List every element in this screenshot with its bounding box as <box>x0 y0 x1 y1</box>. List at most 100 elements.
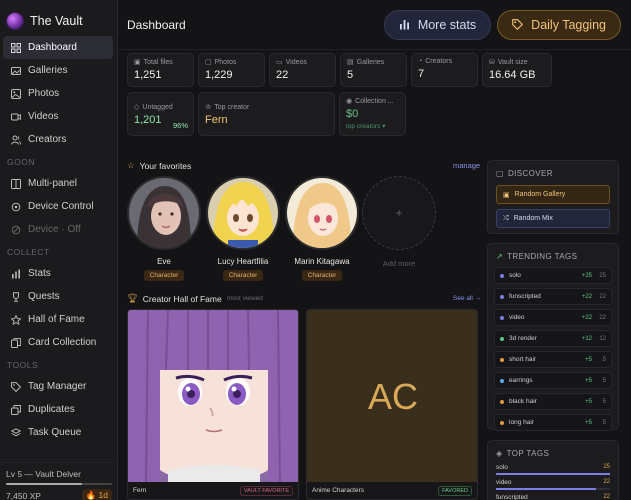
sidebar-item-videos[interactable]: Videos <box>3 105 113 128</box>
trending-tag-row[interactable]: 3d render +12 12 <box>494 330 612 347</box>
stat-photos[interactable]: ▢ Photos 1,229 <box>198 53 265 87</box>
trending-tag-row[interactable]: funscripted +22 22 <box>494 288 612 305</box>
sidebar-item-multi-panel[interactable]: Multi-panel <box>3 172 113 195</box>
trending-tag-row[interactable]: black hair +5 5 <box>494 393 612 410</box>
creator-card-fern[interactable]: Fern VAULT FAVORITE <box>127 309 299 500</box>
coin-icon: ◉ <box>346 98 353 105</box>
sidebar-item-label: Galleries <box>28 65 68 76</box>
stat-label: Creators <box>425 58 453 65</box>
plus-icon: + <box>362 176 436 250</box>
tag-count: 22 <box>599 293 606 300</box>
duplicates-icon <box>11 404 21 415</box>
see-all-link[interactable]: See all → <box>453 295 481 302</box>
tag-color-dot <box>500 420 504 425</box>
sidebar-item-photos[interactable]: Photos <box>3 82 113 105</box>
stat-top-creator[interactable]: ♔ Top creator Fern <box>198 92 335 136</box>
xp-progress-fill <box>6 483 83 485</box>
stats-row-1: ▣ Total files 1,251 ▢ Photos 1,229 ▭ Videos… <box>127 53 552 87</box>
trophy-icon: 🏆︎ <box>127 293 138 303</box>
collection-sort-select[interactable]: top creators ▾ <box>346 122 399 130</box>
section-collect: COLLECT <box>7 247 50 257</box>
task-queue-icon <box>11 427 21 436</box>
more-stats-button[interactable]: More stats <box>383 9 492 40</box>
sidebar-item-card-collection[interactable]: Card Collection <box>3 331 113 354</box>
hall-of-fame-heading: 🏆︎ Creator Hall of Fame most viewed <box>127 293 263 304</box>
tag-color-dot <box>500 378 504 383</box>
stat-total-files[interactable]: ▣ Total files 1,251 <box>127 53 194 87</box>
stat-collection[interactable]: ◉ Collection ... $0 top creators ▾ <box>339 92 406 136</box>
stat-galleries[interactable]: ▤ Galleries 5 <box>340 53 407 87</box>
tag-delta: +5 <box>585 419 592 426</box>
stat-videos[interactable]: ▭ Videos 22 <box>269 53 336 87</box>
fern-artwork <box>128 310 298 484</box>
sidebar-item-label: Dashboard <box>28 42 77 53</box>
stat-creators[interactable]: ◔ Creators 7 <box>411 53 478 87</box>
trending-icon: ↗ <box>496 252 504 261</box>
trending-tag-row[interactable]: earrings +5 5 <box>494 372 612 389</box>
favorite-card[interactable]: Marin Kitagawa Character <box>285 176 359 281</box>
sidebar-item-hall-of-fame[interactable]: Hall of Fame <box>3 308 113 331</box>
trending-tag-row[interactable]: solo +25 25 <box>494 267 612 284</box>
tag-name: funscripted <box>496 494 528 500</box>
top-tag-row[interactable]: video 22 <box>496 479 610 490</box>
stat-label: Vault size <box>497 58 528 66</box>
creator-card-footer: Fern VAULT FAVORITE <box>128 482 298 499</box>
stat-untagged[interactable]: ◇ Untagged 1,201 96% <box>127 92 194 136</box>
hall-of-fame-title: Creator Hall of Fame <box>142 293 222 304</box>
trending-tags-panel: ↗ TRENDING TAGS solo +25 25 funscripted +22 2… <box>487 243 619 431</box>
tag-color-dot <box>500 315 504 320</box>
stat-label: Total files <box>143 58 173 66</box>
stat-value: 7 <box>418 68 425 80</box>
brand[interactable]: The Vault <box>0 0 117 34</box>
sidebar-item-duplicates[interactable]: Duplicates <box>3 398 113 421</box>
sidebar: The Vault Dashboard Galleries Photos Vid… <box>0 0 118 500</box>
top-tag-row[interactable]: funscripted 22 <box>496 494 610 500</box>
creator-card-anime-characters[interactable]: AC Anime Characters FAVORED <box>306 309 478 500</box>
device-icon <box>11 202 21 211</box>
tag-usage-bar <box>496 473 610 475</box>
favorite-card[interactable]: Eve Character <box>127 176 201 281</box>
add-more-label: Add more <box>382 259 416 268</box>
creator-card-footer: Anime Characters FAVORED <box>307 482 477 499</box>
untagged-percent: 96% <box>172 121 188 130</box>
stat-vault-size[interactable]: ⛁ Vault size 16.64 GB <box>482 53 552 87</box>
random-mix-button[interactable]: ⤮ Random Mix <box>496 209 610 228</box>
sidebar-item-galleries[interactable]: Galleries <box>3 59 113 82</box>
sidebar-item-tag-manager[interactable]: Tag Manager <box>3 375 113 398</box>
top-tag-row[interactable]: solo 25 <box>496 464 610 475</box>
sidebar-item-creators[interactable]: Creators <box>3 128 113 151</box>
creator-name: Fern <box>133 487 147 494</box>
stat-value: 1,251 <box>134 69 162 81</box>
daily-tagging-button[interactable]: Daily Tagging <box>497 9 621 40</box>
sidebar-item-label: Creators <box>28 134 67 145</box>
creators-icon: ◔ <box>418 58 423 65</box>
trending-tag-row[interactable]: video +22 22 <box>494 309 612 326</box>
sidebar-item-quests[interactable]: Quests <box>3 285 113 308</box>
sidebar-item-device-off[interactable]: Device · Off <box>3 218 113 241</box>
favorites-title: Your favorites <box>139 160 192 171</box>
sidebar-item-device-control[interactable]: Device Control <box>3 195 113 218</box>
section-goon: GOON <box>7 157 35 167</box>
xp-value: 7,450 XP <box>6 490 41 500</box>
sidebar-item-label: Multi-panel <box>28 178 77 189</box>
stat-label: Galleries <box>356 58 385 66</box>
tag-name: solo <box>496 464 508 471</box>
sidebar-item-stats[interactable]: Stats <box>3 262 113 285</box>
trending-tag-row[interactable]: long hair +5 5 <box>494 414 612 431</box>
tag-count: 22 <box>599 314 606 321</box>
favorite-card[interactable]: Lucy Heartfilia Character <box>206 176 280 281</box>
tag-count: 5 <box>602 356 606 363</box>
sidebar-item-task-queue[interactable]: Task Queue <box>3 421 113 444</box>
sidebar-item-dashboard[interactable]: Dashboard <box>3 36 113 59</box>
random-mix-label: Random Mix <box>513 215 553 222</box>
tag-color-dot <box>500 273 504 278</box>
tag-icon: ◇ <box>134 104 140 111</box>
streak-value: 1d <box>98 490 108 500</box>
level-label: Lv 5 — Vault Delver <box>6 469 81 479</box>
vault-logo-icon <box>7 13 23 29</box>
random-gallery-button[interactable]: ▣ Random Gallery <box>496 185 610 204</box>
manage-favorites-link[interactable]: manage <box>453 161 480 170</box>
nav-main: Dashboard Galleries Photos Videos Creato… <box>0 36 117 151</box>
trending-tag-row[interactable]: short hair +5 5 <box>494 351 612 368</box>
add-favorite-button[interactable]: + Add more <box>362 176 436 268</box>
